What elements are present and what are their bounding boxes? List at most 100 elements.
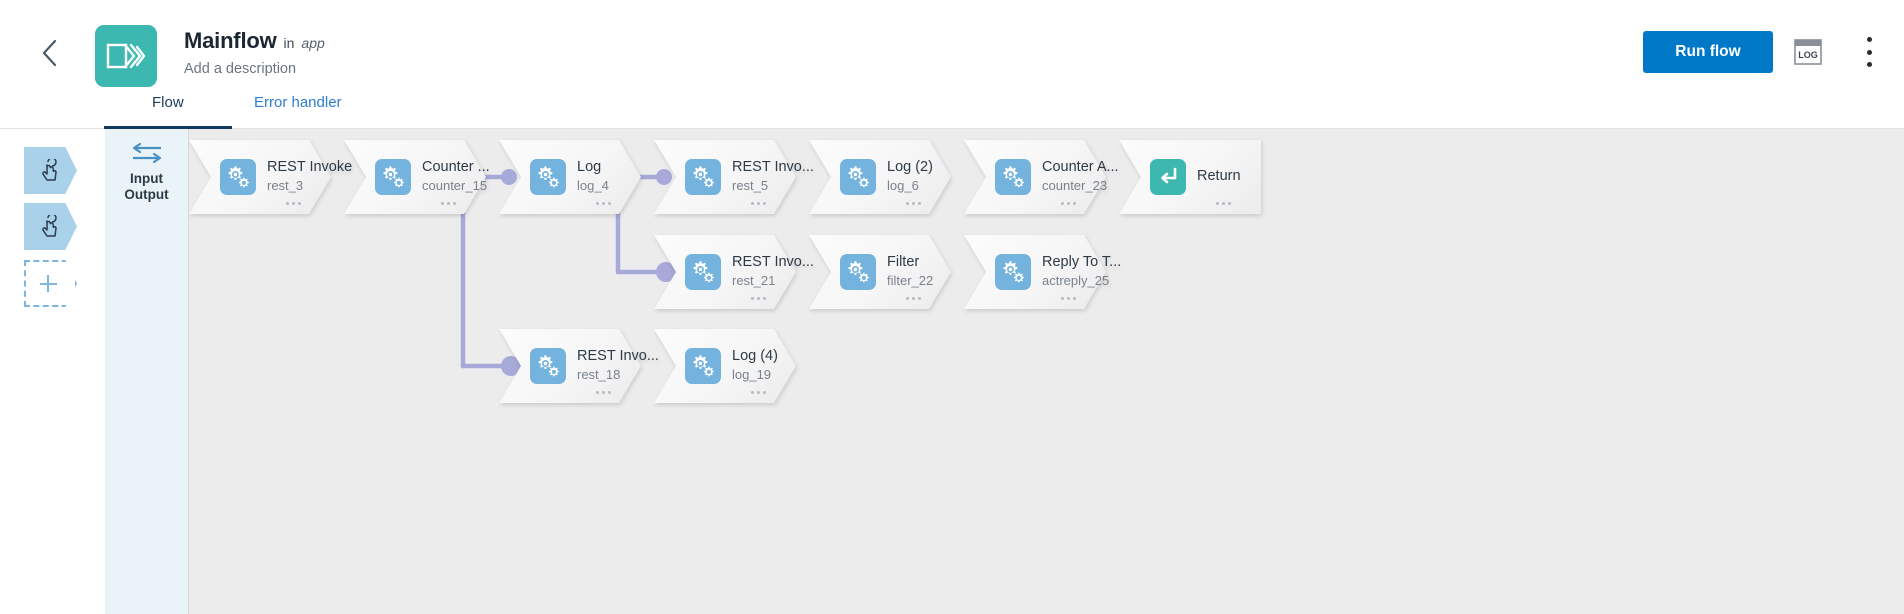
node-menu-icon[interactable] — [1060, 296, 1076, 300]
more-vertical-icon-dot-1 — [1866, 37, 1872, 42]
gears-icon — [228, 166, 249, 188]
node-menu-icon[interactable] — [440, 201, 456, 205]
log-button[interactable]: LOG — [1793, 38, 1823, 66]
svg-text:LOG: LOG — [1798, 50, 1818, 60]
node-subtitle: rest_5 — [732, 178, 769, 193]
more-options-button[interactable] — [1856, 33, 1882, 71]
gears-icon — [848, 261, 869, 283]
node-title: Log — [577, 159, 602, 175]
node-shape — [809, 140, 951, 214]
gears-icon — [375, 159, 411, 195]
node-subtitle: rest_18 — [577, 367, 621, 382]
gears-icon — [1003, 166, 1024, 188]
flow-app-logo-icon — [95, 25, 157, 87]
title-block: Mainflow in app Add a description — [184, 28, 325, 77]
node-subtitle: filter_22 — [887, 273, 934, 288]
node-title: Filter — [887, 254, 920, 270]
title-app-name: app — [301, 35, 325, 51]
back-button[interactable] — [22, 30, 78, 76]
gears-icon — [530, 159, 566, 195]
sidebar-item-flow-trigger-1[interactable] — [24, 147, 77, 194]
flow-node-counter_15[interactable]: Counter ... counter_15 — [344, 140, 490, 214]
gears-icon — [995, 159, 1031, 195]
pointer-click-icon — [41, 158, 57, 181]
gears-icon — [840, 254, 876, 290]
io-label-output: Output — [124, 187, 169, 202]
node-shape — [654, 140, 796, 214]
node-menu-icon[interactable] — [750, 296, 766, 300]
flow-node-rest_18[interactable]: REST Invo... rest_18 — [499, 329, 659, 403]
node-shape — [189, 140, 331, 214]
sidebar-item-flow-trigger-2[interactable] — [24, 203, 77, 250]
node-subtitle: log_19 — [732, 367, 772, 382]
gears-icon — [840, 159, 876, 195]
title-in-word: in — [283, 35, 295, 51]
gears-icon — [685, 254, 721, 290]
node-menu-icon[interactable] — [750, 390, 766, 394]
sidebar-add-button[interactable] — [24, 260, 77, 307]
more-vertical-icon-dot-3 — [1866, 62, 1872, 67]
return-icon — [1161, 167, 1177, 184]
flow-node-return[interactable]: Return — [1119, 140, 1261, 214]
flow-node-rest_3[interactable]: REST Invoke rest_3 — [189, 140, 352, 214]
input-output-arrows-icon — [105, 142, 188, 164]
return-icon — [1150, 159, 1186, 195]
gears-icon — [530, 348, 566, 384]
node-title: Counter ... — [422, 159, 490, 175]
tab-bar: Flow Error handler — [0, 94, 1904, 129]
gears-icon — [693, 355, 714, 377]
gears-icon — [693, 261, 714, 283]
node-menu-icon[interactable] — [595, 390, 611, 394]
gears-icon — [995, 254, 1031, 290]
app-header: Mainflow in app Add a description Run fl… — [0, 0, 1904, 103]
node-shape — [499, 329, 641, 403]
gears-icon — [685, 159, 721, 195]
node-title: REST Invoke — [267, 159, 353, 175]
node-shape — [964, 235, 1106, 309]
gears-icon — [848, 166, 869, 188]
node-title: REST Invo... — [732, 254, 814, 270]
node-subtitle: rest_21 — [732, 273, 776, 288]
flow-node-filter_22[interactable]: Filter filter_22 — [809, 235, 951, 309]
gears-icon — [1003, 261, 1024, 283]
flow-node-log_4[interactable]: Log log_4 — [499, 140, 641, 214]
node-menu-icon[interactable] — [1060, 201, 1076, 205]
flow-node-rest_5[interactable]: REST Invo... rest_5 — [654, 140, 814, 214]
log-icon: LOG — [1794, 39, 1822, 65]
node-menu-icon[interactable] — [1215, 201, 1231, 205]
flow-glyph-icon — [106, 43, 146, 69]
gears-icon — [383, 166, 404, 188]
flow-canvas[interactable]: REST Invoke rest_3 Counter ... counter_15 … — [189, 129, 1904, 614]
node-subtitle: log_4 — [577, 178, 609, 193]
node-menu-icon[interactable] — [905, 296, 921, 300]
flow-node-rest_21[interactable]: REST Invo... rest_21 — [654, 235, 814, 309]
description-field[interactable]: Add a description — [184, 61, 325, 77]
run-flow-button[interactable]: Run flow — [1643, 31, 1773, 73]
tab-flow[interactable]: Flow — [104, 94, 231, 129]
node-shape — [499, 140, 641, 214]
node-shape — [809, 235, 951, 309]
gears-icon — [538, 166, 559, 188]
flow-node-counter_23[interactable]: Counter A... counter_23 — [964, 140, 1119, 214]
plus-icon — [26, 260, 75, 307]
node-title: Log (2) — [887, 159, 933, 175]
page-title: Mainflow — [184, 28, 277, 53]
node-menu-icon[interactable] — [595, 201, 611, 205]
node-subtitle: log_6 — [887, 178, 919, 193]
flow-node-log_19[interactable]: Log (4) log_19 — [654, 329, 796, 403]
flow-node-log_6[interactable]: Log (2) log_6 — [809, 140, 951, 214]
node-title: Return — [1197, 168, 1241, 184]
node-title: REST Invo... — [577, 348, 659, 364]
tab-error-handler[interactable]: Error handler — [250, 94, 346, 128]
node-title: Reply To T... — [1042, 254, 1122, 270]
flow-node-actreply_25[interactable]: Reply To T... actreply_25 — [964, 235, 1121, 309]
node-menu-icon[interactable] — [905, 201, 921, 205]
gears-icon — [220, 159, 256, 195]
input-output-panel[interactable]: Input Output — [105, 129, 189, 614]
node-title: Counter A... — [1042, 159, 1119, 175]
node-shape — [654, 329, 796, 403]
node-menu-icon[interactable] — [750, 201, 766, 205]
node-menu-icon[interactable] — [285, 201, 301, 205]
node-subtitle: actreply_25 — [1042, 273, 1110, 288]
input-output-label: Input Output — [105, 171, 188, 203]
